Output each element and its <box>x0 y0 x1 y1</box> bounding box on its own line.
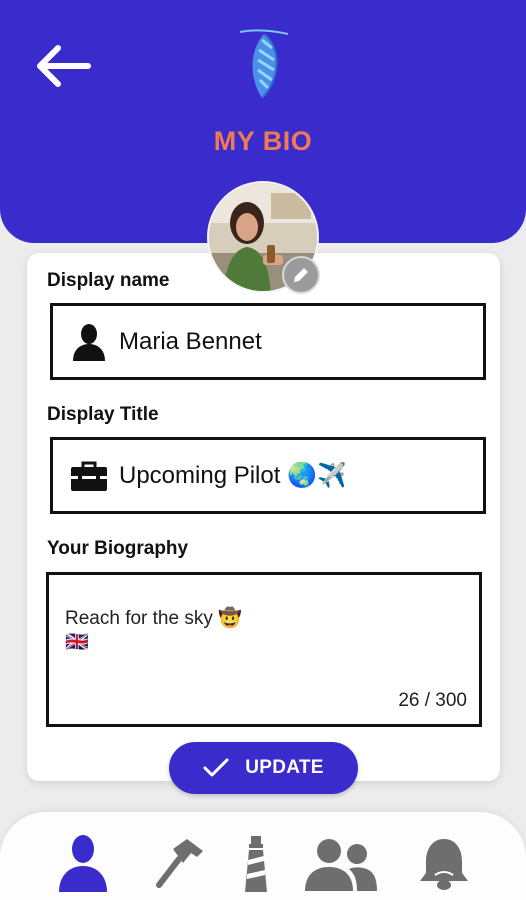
feather-leaf-logo <box>239 29 289 99</box>
hammer-icon <box>156 839 203 888</box>
check-icon <box>203 758 229 778</box>
person-icon <box>59 835 107 892</box>
group-icon <box>305 839 377 891</box>
toolbox-icon <box>61 460 117 492</box>
arrow-left-icon <box>37 45 91 87</box>
nav-item-profile[interactable] <box>50 834 116 894</box>
update-button[interactable]: UPDATE <box>169 742 358 794</box>
biography-textarea[interactable]: Reach for the sky 🤠 🇬🇧 26 / 300 <box>46 572 482 727</box>
user-silhouette-icon <box>61 323 117 361</box>
nav-item-lighthouse[interactable] <box>236 834 276 894</box>
display-title-label: Display Title <box>47 404 159 425</box>
nav-item-tools[interactable] <box>150 834 210 894</box>
nav-item-notifications[interactable] <box>414 834 474 894</box>
page-title: MY BIO <box>213 126 313 156</box>
back-button[interactable] <box>30 36 94 96</box>
nav-item-group[interactable] <box>302 834 380 894</box>
character-counter: 26 / 300 <box>398 690 467 711</box>
display-title-input[interactable] <box>119 461 459 490</box>
edit-avatar-button[interactable] <box>282 256 320 294</box>
update-label: UPDATE <box>245 757 324 778</box>
display-name-label: Display name <box>47 270 170 291</box>
biography-text[interactable]: Reach for the sky 🤠 🇬🇧 <box>65 607 242 655</box>
biography-label: Your Biography <box>47 538 189 559</box>
display-title-field[interactable] <box>50 437 486 514</box>
bell-icon <box>420 839 468 890</box>
bottom-navigation <box>0 812 526 900</box>
display-name-field[interactable] <box>50 303 486 380</box>
pencil-icon <box>294 266 310 282</box>
display-name-input[interactable] <box>119 327 459 356</box>
lighthouse-icon <box>245 836 267 892</box>
